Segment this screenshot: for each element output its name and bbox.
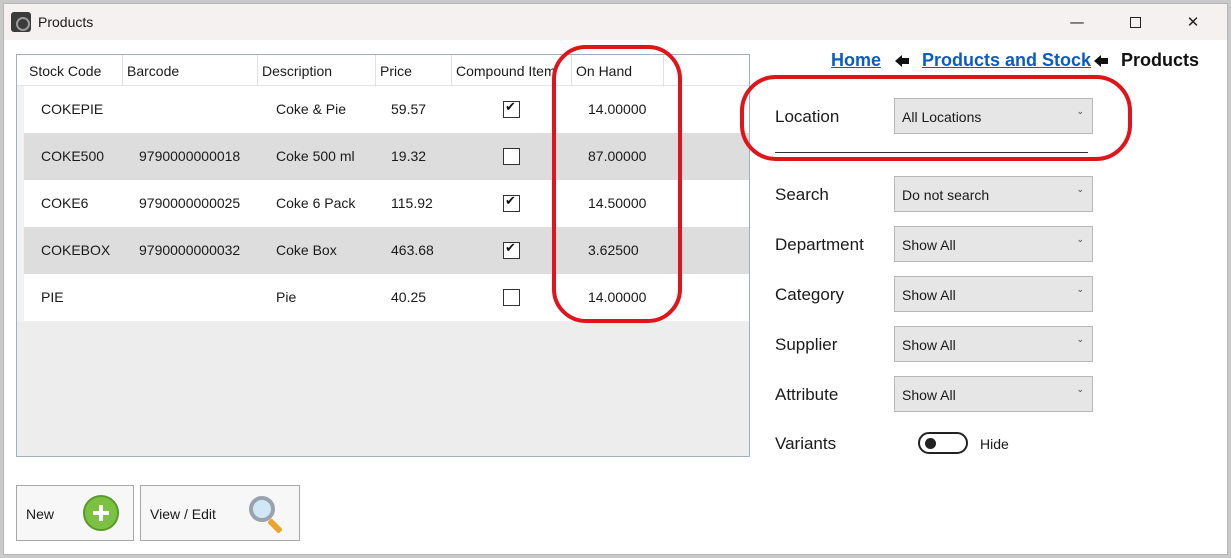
view-edit-button[interactable]: View / Edit [140,485,300,541]
breadcrumb-home-link[interactable]: Home [831,50,881,71]
close-button[interactable]: ✕ [1164,4,1222,40]
compound-item-checkbox[interactable] [503,241,520,259]
cell-stock-code: COKE500 [41,148,105,164]
department-value: Show All [902,237,956,253]
cell-description: Coke 500 ml [276,148,355,164]
cell-stock-code: COKE6 [41,195,89,211]
chevron-down-icon: ⌄ [1076,235,1084,245]
search-dropdown[interactable]: Do not search ⌄ [894,176,1093,212]
cell-price: 40.25 [391,289,427,305]
app-logo-icon [11,12,31,32]
maximize-button[interactable] [1106,4,1164,40]
compound-item-checkbox[interactable] [503,100,520,118]
cell-stock-code: COKEPIE [41,101,104,117]
arrow-left-icon [1094,55,1110,67]
toggle-knob [925,438,936,449]
magnifier-icon [247,494,287,534]
cell-stock-code: PIE [41,289,64,305]
cell-price: 19.32 [391,148,427,164]
window-title: Products [38,14,94,30]
cell-description: Coke & Pie [276,101,347,117]
variants-toggle[interactable] [918,432,968,454]
new-button[interactable]: New [16,485,134,541]
search-label: Search [775,185,829,204]
on-hand-highlight [552,45,682,323]
column-header-barcode[interactable]: Barcode [123,55,258,86]
cell-price: 115.92 [391,195,433,211]
breadcrumb-current-page: Products [1121,50,1200,70]
attribute-value: Show All [902,387,956,403]
chevron-down-icon: ⌄ [1076,185,1084,195]
cell-barcode: 9790000000032 [139,242,241,258]
cell-description: Coke Box [276,242,337,258]
column-header-price[interactable]: Price [376,55,452,86]
location-highlight [740,75,1132,161]
variants-label: Variants [775,434,837,453]
plus-circle-icon [83,495,119,531]
category-value: Show All [902,287,956,303]
breadcrumb-products-and-stock-link[interactable]: Products and Stock [922,50,1091,71]
cell-barcode: 9790000000018 [139,148,241,164]
cell-stock-code: COKEBOX [41,242,111,258]
view-edit-button-label: View / Edit [150,506,216,522]
magnifier-handle [267,518,283,534]
category-label: Category [775,285,844,304]
cell-description: Pie [276,289,297,305]
attribute-label: Attribute [775,385,839,404]
new-button-label: New [26,506,55,522]
products-window: Products — ✕ Stock Code Barcode Descript… [3,3,1228,555]
cell-barcode: 9790000000025 [139,195,241,211]
supplier-value: Show All [902,337,956,353]
compound-item-checkbox[interactable] [503,148,520,165]
chevron-down-icon: ⌄ [1076,335,1084,345]
cell-description: Coke 6 Pack [276,195,356,211]
supplier-label: Supplier [775,335,838,354]
title-bar[interactable]: Products — ✕ [4,4,1227,40]
minimize-button[interactable]: — [1048,4,1106,40]
cell-price: 463.68 [391,242,434,258]
chevron-down-icon: ⌄ [1076,385,1084,395]
maximize-icon [1129,17,1141,28]
attribute-dropdown[interactable]: Show All ⌄ [894,376,1093,412]
department-label: Department [775,235,864,254]
variants-toggle-label: Hide [980,436,1009,452]
column-header-description[interactable]: Description [258,55,376,86]
department-dropdown[interactable]: Show All ⌄ [894,226,1093,262]
chevron-down-icon: ⌄ [1076,285,1084,295]
supplier-dropdown[interactable]: Show All ⌄ [894,326,1093,362]
compound-item-checkbox[interactable] [503,289,520,306]
compound-item-checkbox[interactable] [503,194,520,212]
arrow-left-icon [895,55,911,67]
column-header-stock-code[interactable]: Stock Code [25,55,123,86]
cell-price: 59.57 [391,101,427,117]
search-value: Do not search [902,187,990,203]
category-dropdown[interactable]: Show All ⌄ [894,276,1093,312]
